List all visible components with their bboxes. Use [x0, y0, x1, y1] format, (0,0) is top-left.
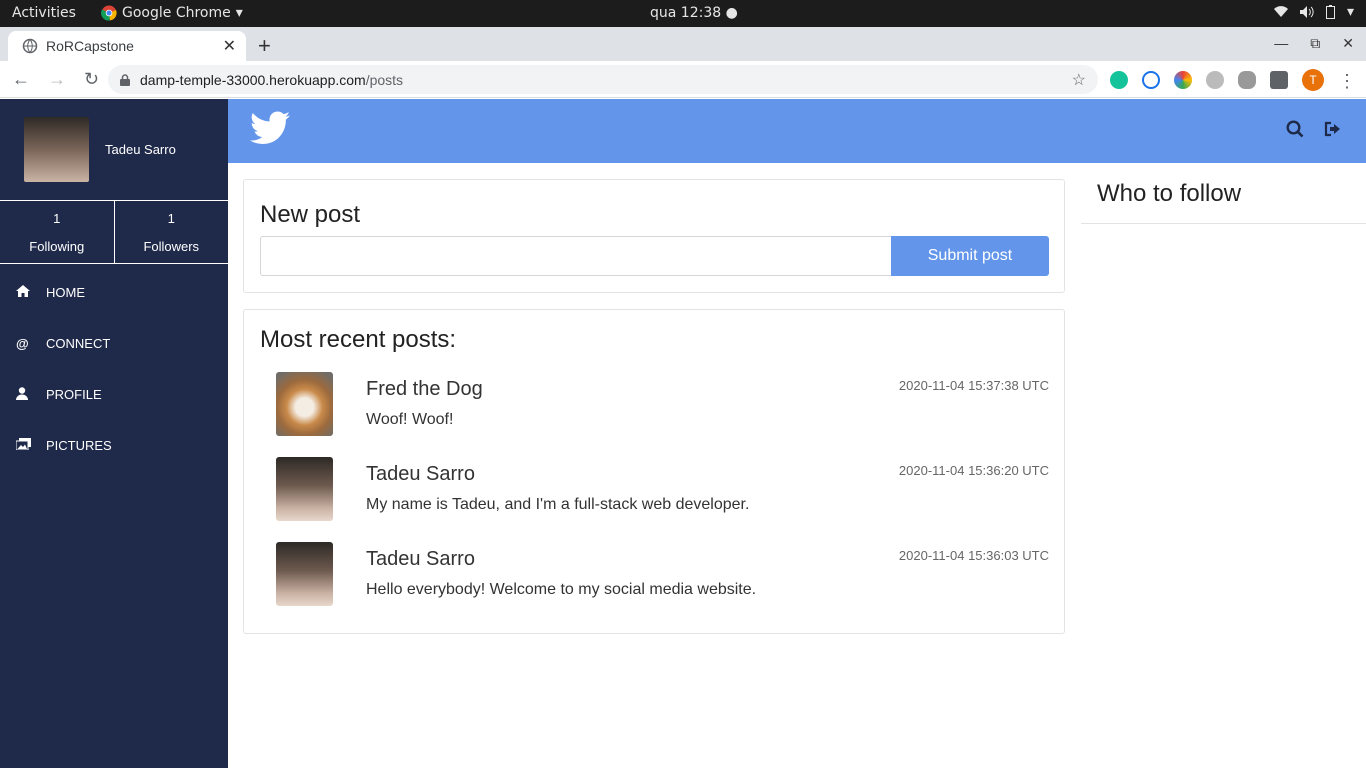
- sidebar-item-label: CONNECT: [46, 336, 111, 351]
- extension-k-icon[interactable]: [1142, 71, 1160, 89]
- extensions-area: T ⋮: [1110, 69, 1356, 91]
- nav-buttons: ← → ↻: [12, 69, 99, 90]
- browser-tab[interactable]: RoRCapstone ✕: [8, 31, 246, 61]
- sidebar-profile[interactable]: Tadeu Sarro: [24, 117, 176, 182]
- more-menu-icon[interactable]: ⋮: [1338, 71, 1356, 91]
- new-tab-button[interactable]: +: [258, 33, 271, 59]
- tab-title: RoRCapstone: [46, 38, 134, 54]
- address-bar[interactable]: damp-temple-33000.herokuapp.com/posts ☆: [108, 65, 1098, 94]
- close-icon[interactable]: ✕: [223, 36, 236, 56]
- puzzle-icon[interactable]: [1270, 71, 1288, 89]
- close-window-icon[interactable]: ✕: [1342, 35, 1354, 52]
- twitter-logo-icon[interactable]: [250, 111, 290, 145]
- grammarly-icon[interactable]: [1110, 71, 1128, 89]
- gear-extension-icon[interactable]: [1206, 71, 1224, 89]
- sidebar-item-label: PROFILE: [46, 387, 102, 402]
- who-to-follow-title: Who to follow: [1097, 180, 1242, 207]
- url-path: /posts: [365, 71, 404, 88]
- post-text: Hello everybody! Welcome to my social me…: [366, 581, 757, 598]
- post-input[interactable]: [260, 236, 892, 276]
- forward-icon[interactable]: →: [48, 69, 66, 90]
- url-host: damp-temple-33000.herokuapp.com: [140, 71, 366, 88]
- wifi-icon: [1273, 6, 1288, 18]
- post-timestamp: 2020-11-04 15:37:38 UTC: [898, 378, 1049, 393]
- sidebar-item-profile[interactable]: PROFILE: [0, 369, 228, 420]
- sidebar-item-label: PICTURES: [46, 438, 112, 453]
- app-name: Google Chrome: [122, 5, 231, 21]
- chrome-icon: [101, 5, 117, 21]
- app-menu[interactable]: Google Chrome ▾: [101, 5, 243, 21]
- post-item: Tadeu Sarro 2020-11-04 15:36:20 UTC My n…: [276, 457, 1049, 523]
- post-author[interactable]: Tadeu Sarro: [366, 463, 475, 486]
- sidebar-item-pictures[interactable]: PICTURES: [0, 420, 228, 471]
- followers-count[interactable]: 1 Followers: [113, 201, 229, 263]
- back-icon[interactable]: ←: [12, 69, 30, 90]
- window-controls: — ⧉ ✕: [1274, 35, 1354, 52]
- bug-icon[interactable]: [1238, 71, 1256, 89]
- post-author[interactable]: Tadeu Sarro: [366, 548, 475, 571]
- sidebar-item-connect[interactable]: @ CONNECT: [0, 318, 228, 369]
- chevron-down-icon: ▾: [235, 5, 243, 21]
- activities-button[interactable]: Activities: [12, 5, 76, 21]
- browser-toolbar: ← → ↻ damp-temple-33000.herokuapp.com/po…: [0, 61, 1366, 98]
- who-to-follow-panel: Who to follow: [1081, 163, 1366, 224]
- sidebar: Tadeu Sarro 1 Following 1 Followers HOME…: [0, 99, 228, 768]
- at-icon: @: [16, 336, 29, 351]
- sidebar-menu: HOME @ CONNECT PROFILE PICTURES: [0, 267, 228, 471]
- post-avatar[interactable]: [276, 542, 333, 606]
- avatar: [24, 117, 89, 182]
- user-name: Tadeu Sarro: [105, 142, 176, 157]
- post-timestamp: 2020-11-04 15:36:20 UTC: [898, 463, 1049, 478]
- images-icon: [15, 438, 46, 453]
- home-icon: [16, 285, 46, 300]
- volume-icon: [1299, 6, 1314, 18]
- top-navbar: [228, 99, 1366, 163]
- system-tray[interactable]: ▾: [1273, 4, 1354, 20]
- chevron-down-icon: ▾: [1346, 4, 1354, 20]
- globe-icon: [22, 38, 38, 54]
- reload-icon[interactable]: ↻: [84, 69, 99, 90]
- sidebar-item-label: HOME: [46, 285, 85, 300]
- recent-posts-title: Most recent posts:: [260, 326, 457, 353]
- clock[interactable]: qua 12:38 ●: [650, 5, 738, 21]
- bookmark-star-icon[interactable]: ☆: [1072, 70, 1086, 90]
- system-top-bar: Activities Google Chrome ▾ qua 12:38 ● ▾: [0, 0, 1366, 27]
- lock-icon: [120, 73, 130, 86]
- new-post-card: New post Submit post: [243, 179, 1065, 293]
- profile-avatar[interactable]: T: [1302, 69, 1324, 91]
- following-count[interactable]: 1 Following: [0, 201, 114, 263]
- minimize-icon[interactable]: —: [1274, 35, 1288, 52]
- user-icon: [16, 386, 46, 403]
- tab-strip: RoRCapstone ✕ + — ⧉ ✕: [0, 27, 1366, 61]
- recent-posts-card: Most recent posts: Fred the Dog 2020-11-…: [243, 309, 1065, 634]
- post-timestamp: 2020-11-04 15:36:03 UTC: [898, 548, 1049, 563]
- post-avatar[interactable]: [276, 372, 333, 436]
- new-post-title: New post: [260, 201, 361, 228]
- sidebar-item-home[interactable]: HOME: [0, 267, 228, 318]
- search-icon[interactable]: [1286, 120, 1304, 138]
- color-picker-icon[interactable]: [1174, 71, 1192, 89]
- sign-out-icon[interactable]: [1324, 120, 1342, 138]
- maximize-icon[interactable]: ⧉: [1310, 35, 1320, 52]
- battery-icon: [1325, 5, 1335, 19]
- post-text: My name is Tadeu, and I'm a full-stack w…: [366, 496, 750, 513]
- post-item: Tadeu Sarro 2020-11-04 15:36:03 UTC Hell…: [276, 542, 1049, 608]
- post-text: Woof! Woof!: [366, 411, 454, 428]
- follow-counts: 1 Following 1 Followers: [0, 200, 228, 264]
- post-item: Fred the Dog 2020-11-04 15:37:38 UTC Woo…: [276, 372, 1049, 438]
- post-avatar[interactable]: [276, 457, 333, 521]
- post-author[interactable]: Fred the Dog: [366, 378, 483, 401]
- submit-post-button[interactable]: Submit post: [891, 236, 1049, 276]
